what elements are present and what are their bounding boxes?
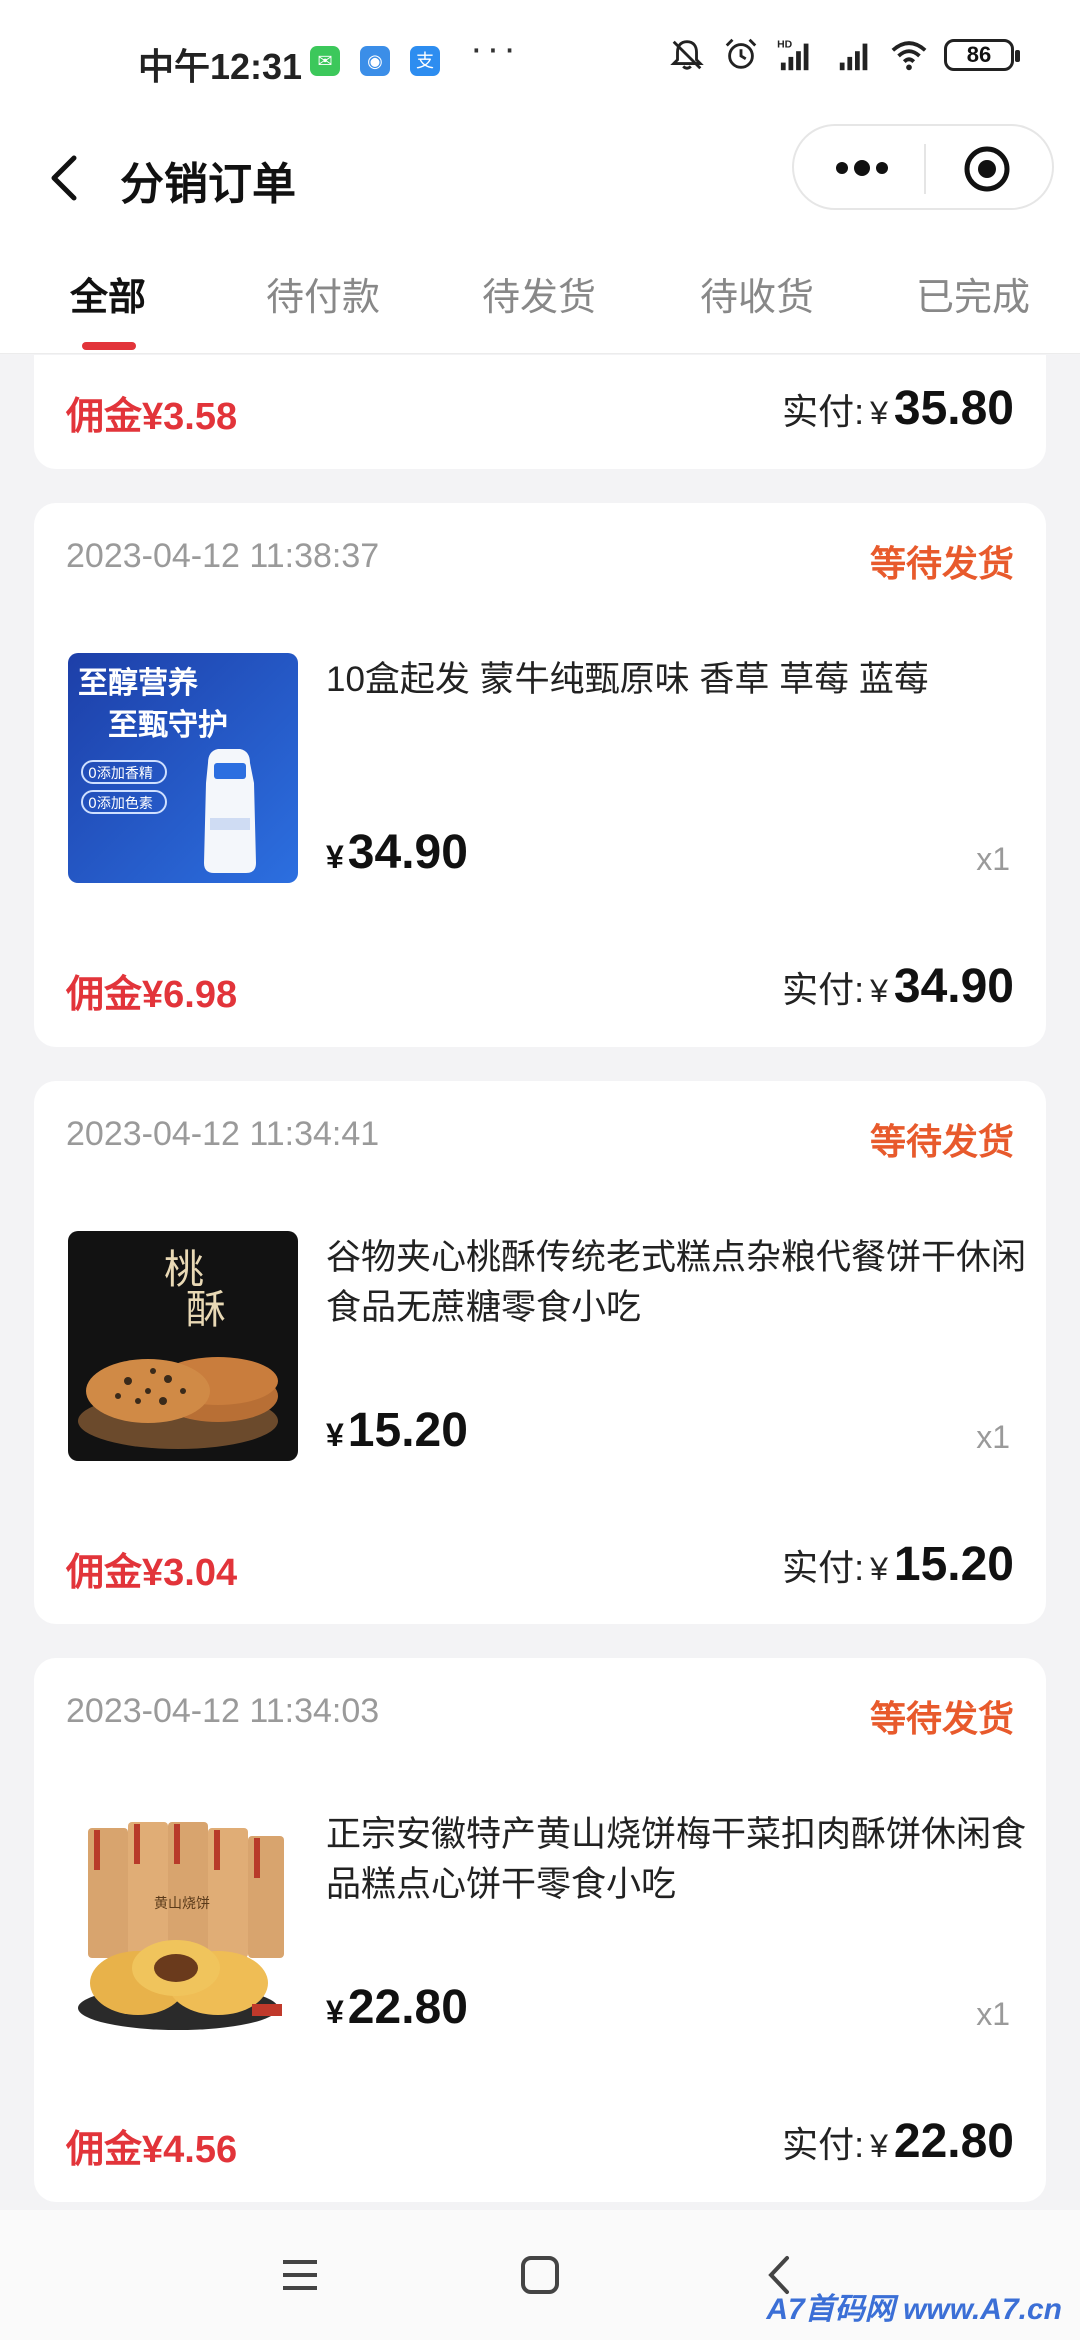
watermark: A7首码网 www.A7.cn	[766, 2293, 1062, 2326]
commission-label: 佣金¥3.04	[66, 1552, 238, 1594]
svg-text:黄山烧饼: 黄山烧饼	[154, 1895, 210, 1912]
nav-bar: 分销订单	[0, 120, 1080, 236]
commission-amount: ¥3.04	[142, 1552, 238, 1594]
more-options-icon[interactable]	[830, 150, 894, 186]
browser-icon: ◉	[360, 46, 390, 76]
product-price: ¥34.90	[326, 826, 468, 879]
order-tabs: 全部 待付款 待发货 待收货 已完成	[0, 236, 1080, 354]
paid-total: 实付: ¥ 22.80	[782, 2115, 1014, 2168]
paid-amount: 34.90	[893, 960, 1014, 1013]
home-icon[interactable]	[515, 2250, 565, 2300]
commission-label: 佣金¥3.58	[66, 396, 238, 438]
tab-all[interactable]: 全部	[70, 266, 146, 321]
order-time: 2023-04-12 11:34:41	[66, 1115, 380, 1153]
svg-text:至醇营养: 至醇营养	[78, 666, 198, 701]
order-status: 等待发货	[869, 1698, 1014, 1739]
signal-icon	[839, 43, 868, 71]
yogurt-product-image: 至醇营养 至甄守护 0添加香精 0添加色素	[78, 666, 256, 873]
product-thumbnail[interactable]: 黄山烧饼	[68, 1808, 298, 2038]
order-time: 2023-04-12 11:38:37	[66, 537, 380, 575]
alarm-icon	[725, 38, 757, 69]
order-card[interactable]: 2023-04-12 11:38:37 等待发货 至醇营养 至甄守护 0添加香精…	[34, 503, 1046, 1047]
product-price: ¥22.80	[326, 1981, 468, 2034]
paid-amount: 15.20	[893, 1538, 1014, 1591]
status-bar: 中午12:31 ✉ ◉ 支 ··· HD 86	[0, 0, 1080, 120]
commission-amount: ¥6.98	[142, 974, 238, 1016]
active-tab-indicator	[82, 342, 136, 350]
svg-text:酥: 酥	[186, 1287, 226, 1333]
product-title: 10盒起发 蒙牛纯甄原味 香草 草莓 蓝莓	[326, 660, 929, 699]
close-target-icon[interactable]	[962, 144, 1012, 194]
order-card-partial[interactable]: 佣金¥3.58 实付: ¥ 35.80	[34, 355, 1046, 469]
order-card[interactable]: 2023-04-12 11:34:03 等待发货 黄山烧饼 正宗安徽特产黄山烧饼…	[34, 1658, 1046, 2202]
wechat-icon: ✉	[310, 46, 340, 76]
commission-amount: ¥3.58	[142, 396, 238, 438]
product-title: 正宗安徽特产黄山烧饼梅干菜扣肉酥饼休闲食品糕点心饼干零食小吃	[326, 1815, 1027, 1904]
product-price: ¥15.20	[326, 1404, 468, 1457]
wifi-icon	[891, 41, 927, 71]
product-thumbnail[interactable]: 桃 酥	[68, 1231, 298, 1461]
order-card[interactable]: 2023-04-12 11:34:41 等待发货 桃 酥 谷物夹心桃酥传统老式糕…	[34, 1081, 1046, 1624]
svg-text:0添加色素: 0添加色素	[88, 795, 153, 812]
paid-amount: 35.80	[893, 382, 1014, 435]
product-title: 谷物夹心桃酥传统老式糕点杂粮代餐饼干休闲食品无蔗糖零食小吃	[326, 1238, 1027, 1327]
paid-total: 实付: ¥ 35.80	[782, 382, 1014, 435]
back-arrow-icon[interactable]	[40, 140, 96, 216]
shaobing-product-image: 黄山烧饼	[78, 1822, 284, 2030]
more-notifications-icon: ···	[470, 28, 520, 70]
mini-program-capsule	[792, 124, 1054, 210]
paid-amount: 22.80	[893, 2115, 1014, 2168]
tab-pending-payment[interactable]: 待付款	[266, 266, 380, 321]
order-status: 等待发货	[869, 1121, 1014, 1162]
peach-cake-product-image: 桃 酥	[78, 1247, 278, 1449]
svg-text:至甄守护: 至甄守护	[108, 708, 228, 743]
commission-label: 佣金¥4.56	[66, 2129, 238, 2171]
signal-hd-icon: HD	[777, 39, 809, 71]
commission-label: 佣金¥6.98	[66, 974, 238, 1016]
capsule-divider	[924, 144, 926, 194]
paid-total: 实付: ¥ 34.90	[782, 960, 1014, 1013]
alipay-icon: 支	[410, 46, 440, 76]
svg-text:0添加香精: 0添加香精	[88, 766, 153, 782]
product-thumbnail[interactable]: 至醇营养 至甄守护 0添加香精 0添加色素	[68, 653, 298, 883]
battery-indicator: 86	[944, 39, 1020, 71]
product-quantity: x1	[976, 1419, 1010, 1455]
page-title: 分销订单	[120, 160, 296, 209]
commission-amount: ¥4.56	[142, 2129, 238, 2171]
tab-pending-shipment[interactable]: 待发货	[482, 266, 596, 321]
tab-completed[interactable]: 已完成	[916, 266, 1030, 321]
svg-text:HD: HD	[777, 39, 793, 50]
product-quantity: x1	[976, 1996, 1010, 2032]
menu-icon[interactable]	[275, 2250, 325, 2300]
paid-total: 实付: ¥ 15.20	[782, 1538, 1014, 1591]
order-status: 等待发货	[869, 543, 1014, 584]
order-time: 2023-04-12 11:34:03	[66, 1692, 380, 1730]
status-time: 中午12:31	[138, 46, 303, 87]
product-quantity: x1	[976, 841, 1010, 877]
mute-bell-icon	[670, 40, 704, 70]
tab-pending-receipt[interactable]: 待收货	[700, 266, 814, 321]
